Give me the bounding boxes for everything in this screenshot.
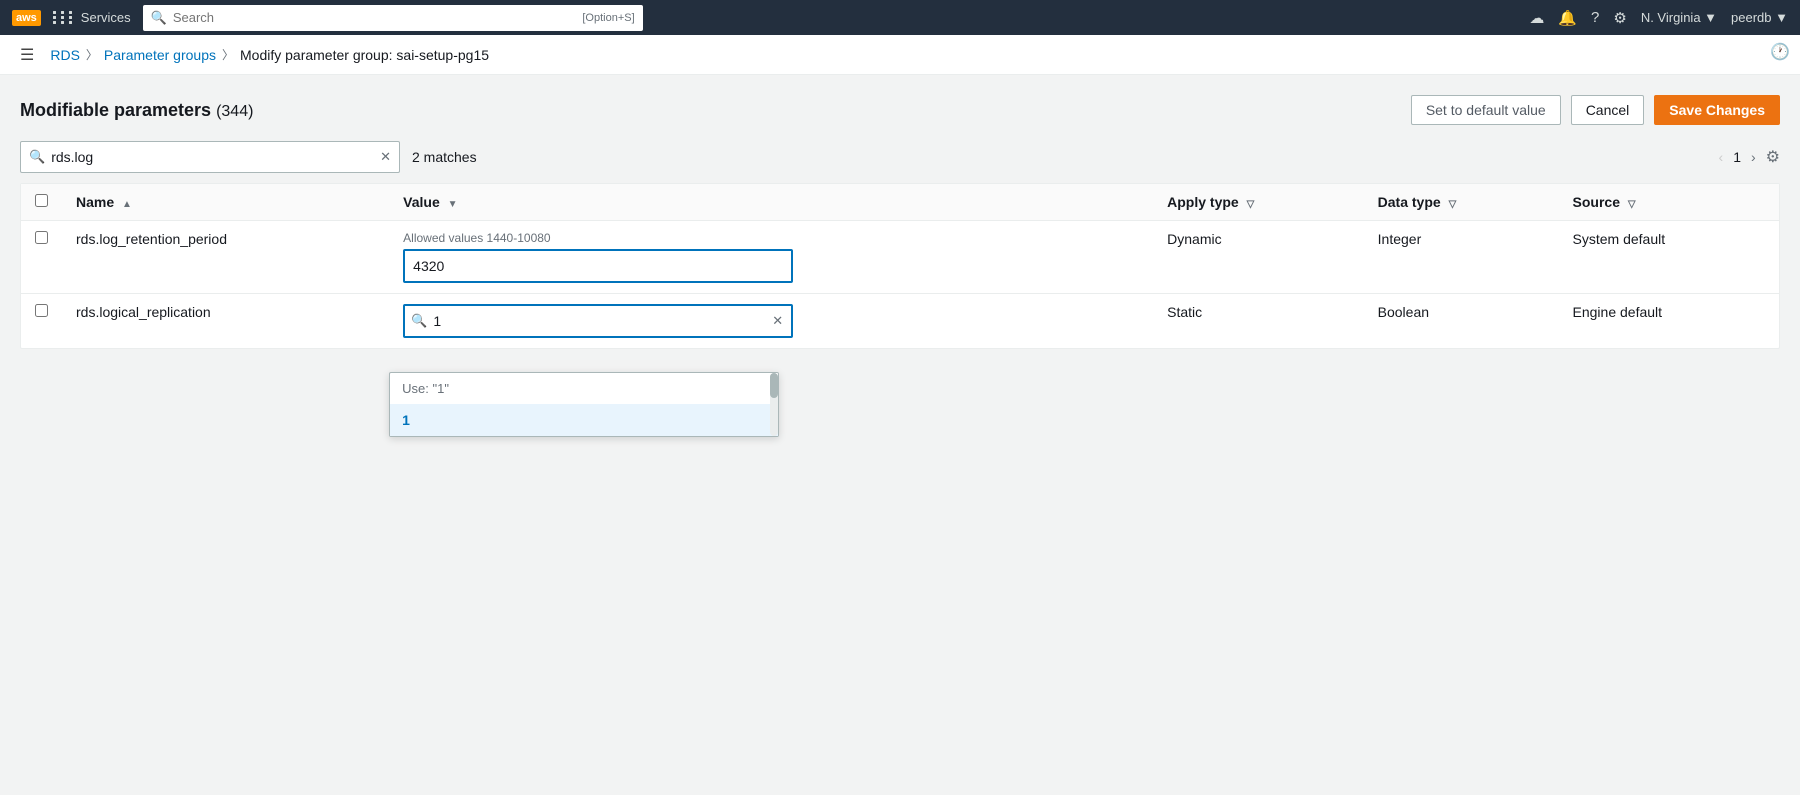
name-column-header[interactable]: Name ▲ — [62, 184, 389, 221]
name-sort-icon: ▲ — [122, 199, 132, 210]
prev-page-button[interactable]: ‹ — [1715, 147, 1728, 167]
page-title: Modifiable parameters (344) — [20, 100, 253, 121]
value-column-header[interactable]: Value ▼ — [389, 184, 1153, 221]
user-menu[interactable]: peerdb ▼ — [1731, 10, 1788, 25]
value-dropdown: Use: "1" 1 — [389, 372, 779, 437]
row2-apply-type: Static — [1167, 304, 1202, 320]
row2-search-icon: 🔍 — [405, 313, 433, 329]
parameters-table: Name ▲ Value ▼ Apply type ▽ Data type ▽ — [21, 184, 1779, 348]
set-default-value-button[interactable]: Set to default value — [1411, 95, 1561, 125]
pagination: ‹ 1 › ⚙ — [1715, 147, 1780, 167]
row1-apply-type: Dynamic — [1167, 231, 1221, 247]
breadcrumb-sep-2: 〉 — [222, 46, 234, 63]
row2-source-cell: Engine default — [1559, 294, 1779, 349]
parameter-search-wrap[interactable]: 🔍 ✕ — [20, 141, 400, 173]
parameters-table-container: Name ▲ Value ▼ Apply type ▽ Data type ▽ — [20, 183, 1780, 349]
breadcrumb-rds[interactable]: RDS — [50, 47, 80, 63]
row1-apply-type-cell: Dynamic — [1153, 221, 1364, 294]
row2-data-type: Boolean — [1378, 304, 1429, 320]
row2-value-input[interactable] — [433, 313, 764, 329]
next-page-button[interactable]: › — [1747, 147, 1760, 167]
dropdown-use-hint: Use: "1" — [390, 373, 778, 404]
breadcrumb: RDS 〉 Parameter groups 〉 Modify paramete… — [50, 46, 489, 63]
services-menu[interactable]: Services — [53, 10, 131, 25]
source-sort-icon: ▽ — [1628, 199, 1636, 210]
row1-data-type: Integer — [1378, 231, 1422, 247]
clock-icon[interactable]: 🕐 — [1770, 42, 1790, 62]
table-header-row: Name ▲ Value ▼ Apply type ▽ Data type ▽ — [21, 184, 1779, 221]
page-header: Modifiable parameters (344) Set to defau… — [20, 95, 1780, 125]
row1-data-type-cell: Integer — [1364, 221, 1559, 294]
aws-logo-text: aws — [12, 10, 41, 26]
hamburger-menu[interactable]: ☰ — [20, 45, 34, 65]
row1-value-cell: Allowed values 1440-10080 — [389, 221, 1153, 294]
row1-checkbox[interactable] — [35, 231, 48, 244]
row1-name-cell: rds.log_retention_period — [62, 221, 389, 294]
row2-value-cell: 🔍 ✕ Use: "1" 1 — [389, 294, 1153, 349]
row2-checkbox[interactable] — [35, 304, 48, 317]
help-icon[interactable]: ? — [1591, 9, 1599, 26]
search-matches: 2 matches — [412, 149, 477, 165]
dropdown-scrollbar-thumb — [770, 373, 778, 398]
row2-apply-type-cell: Static — [1153, 294, 1364, 349]
services-label: Services — [81, 10, 131, 25]
dropdown-scrollbar[interactable] — [770, 373, 778, 436]
aws-logo: aws — [12, 10, 41, 26]
cancel-button[interactable]: Cancel — [1571, 95, 1645, 125]
select-all-checkbox[interactable] — [35, 194, 48, 207]
apply-type-column-header[interactable]: Apply type ▽ — [1153, 184, 1364, 221]
save-changes-button[interactable]: Save Changes — [1654, 95, 1780, 125]
source-column-header[interactable]: Source ▽ — [1559, 184, 1779, 221]
services-grid-icon — [53, 11, 75, 24]
region-selector[interactable]: N. Virginia ▼ — [1641, 10, 1717, 25]
data-type-column-header[interactable]: Data type ▽ — [1364, 184, 1559, 221]
row2-name: rds.logical_replication — [76, 304, 211, 320]
parameter-search-icon: 🔍 — [29, 149, 45, 165]
cloud-icon[interactable]: ☁ — [1529, 9, 1544, 27]
row1-value-input-wrap[interactable] — [403, 249, 793, 283]
search-shortcut: [Option+S] — [582, 12, 634, 24]
table-row: rds.log_retention_period Allowed values … — [21, 221, 1779, 294]
apply-type-sort-icon: ▽ — [1247, 199, 1255, 210]
row2-clear-icon[interactable]: ✕ — [764, 313, 791, 329]
row2-source: Engine default — [1573, 304, 1663, 320]
row2-data-type-cell: Boolean — [1364, 294, 1559, 349]
breadcrumb-current: Modify parameter group: sai-setup-pg15 — [240, 47, 489, 63]
data-type-sort-icon: ▽ — [1449, 199, 1457, 210]
page-title-count: (344) — [216, 103, 253, 120]
value-sort-icon: ▼ — [448, 199, 458, 210]
top-navigation: aws Services 🔍 [Option+S] ☁ 🔔 ? ⚙ N. Vir… — [0, 0, 1800, 35]
breadcrumb-parameter-groups[interactable]: Parameter groups — [104, 47, 216, 63]
search-bar: 🔍 ✕ 2 matches ‹ 1 › ⚙ — [20, 141, 1780, 173]
bell-icon[interactable]: 🔔 — [1558, 9, 1577, 27]
nav-right: ☁ 🔔 ? ⚙ N. Virginia ▼ peerdb ▼ — [1529, 9, 1788, 27]
search-clear-icon[interactable]: ✕ — [380, 149, 391, 165]
search-icon: 🔍 — [151, 10, 167, 26]
row1-checkbox-cell[interactable] — [21, 221, 62, 294]
breadcrumb-sep-1: 〉 — [86, 46, 98, 63]
row1-value-input[interactable] — [405, 258, 791, 274]
secondary-navigation: ☰ RDS 〉 Parameter groups 〉 Modify parame… — [0, 35, 1800, 75]
table-row: rds.logical_replication 🔍 ✕ Use: "1" 1 — [21, 294, 1779, 349]
row1-allowed-values-label: Allowed values 1440-10080 — [403, 231, 1139, 245]
select-all-header[interactable] — [21, 184, 62, 221]
row1-source: System default — [1573, 231, 1666, 247]
row1-name: rds.log_retention_period — [76, 231, 227, 247]
row1-source-cell: System default — [1559, 221, 1779, 294]
global-search[interactable]: 🔍 [Option+S] — [143, 5, 643, 31]
pagination-settings-icon[interactable]: ⚙ — [1766, 147, 1780, 167]
settings-icon[interactable]: ⚙ — [1613, 9, 1626, 27]
dropdown-option-1[interactable]: 1 — [390, 404, 778, 436]
page-number: 1 — [1733, 149, 1741, 165]
header-actions: Set to default value Cancel Save Changes — [1411, 95, 1780, 125]
search-input[interactable] — [173, 10, 577, 25]
parameter-search-input[interactable] — [51, 149, 374, 165]
row2-name-cell: rds.logical_replication — [62, 294, 389, 349]
row2-value-input-wrap[interactable]: 🔍 ✕ — [403, 304, 793, 338]
main-content: Modifiable parameters (344) Set to defau… — [0, 75, 1800, 369]
row2-checkbox-cell[interactable] — [21, 294, 62, 349]
